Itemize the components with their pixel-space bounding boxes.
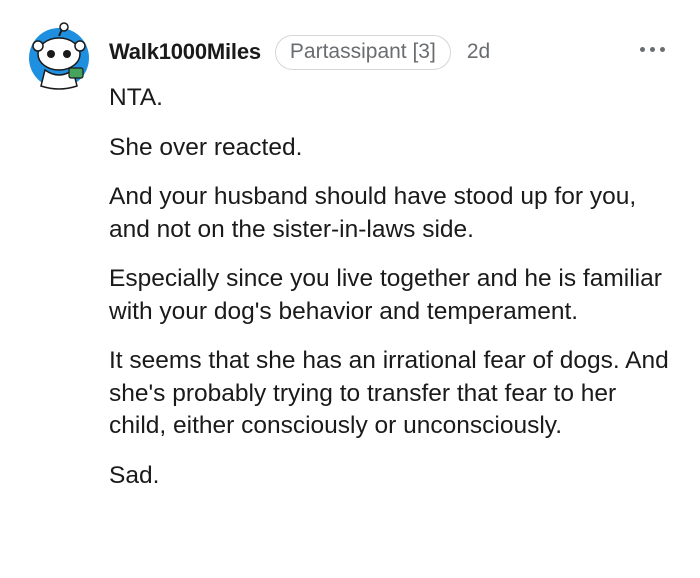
- comment-paragraph: She over reacted.: [109, 133, 303, 161]
- avatar[interactable]: [25, 22, 93, 90]
- more-dot: [640, 47, 645, 52]
- comment-paragraph: And your husband should have stood up fo…: [109, 183, 637, 243]
- comment-paragraph: Sad.: [109, 461, 160, 489]
- user-flair: Partassipant [3]: [274, 34, 451, 70]
- more-options-icon[interactable]: [638, 44, 668, 56]
- comment-age: 2d: [466, 40, 491, 63]
- comment-header: Walk1000Miles Partassipant [3] 2d: [109, 34, 490, 70]
- comment-body: NTA. She over reacted. And your husband …: [109, 82, 669, 509]
- snoo-avatar-icon: [29, 22, 89, 90]
- comment-paragraph: It seems that she has an irrational fear…: [109, 347, 669, 439]
- comment: Walk1000Miles Partassipant [3] 2d NTA. S…: [0, 0, 700, 578]
- comment-paragraph: Especially since you live together and h…: [109, 265, 662, 325]
- comment-paragraph: NTA.: [109, 84, 163, 111]
- username[interactable]: Walk1000Miles: [109, 39, 261, 65]
- more-dot: [660, 47, 665, 52]
- more-dot: [650, 47, 655, 52]
